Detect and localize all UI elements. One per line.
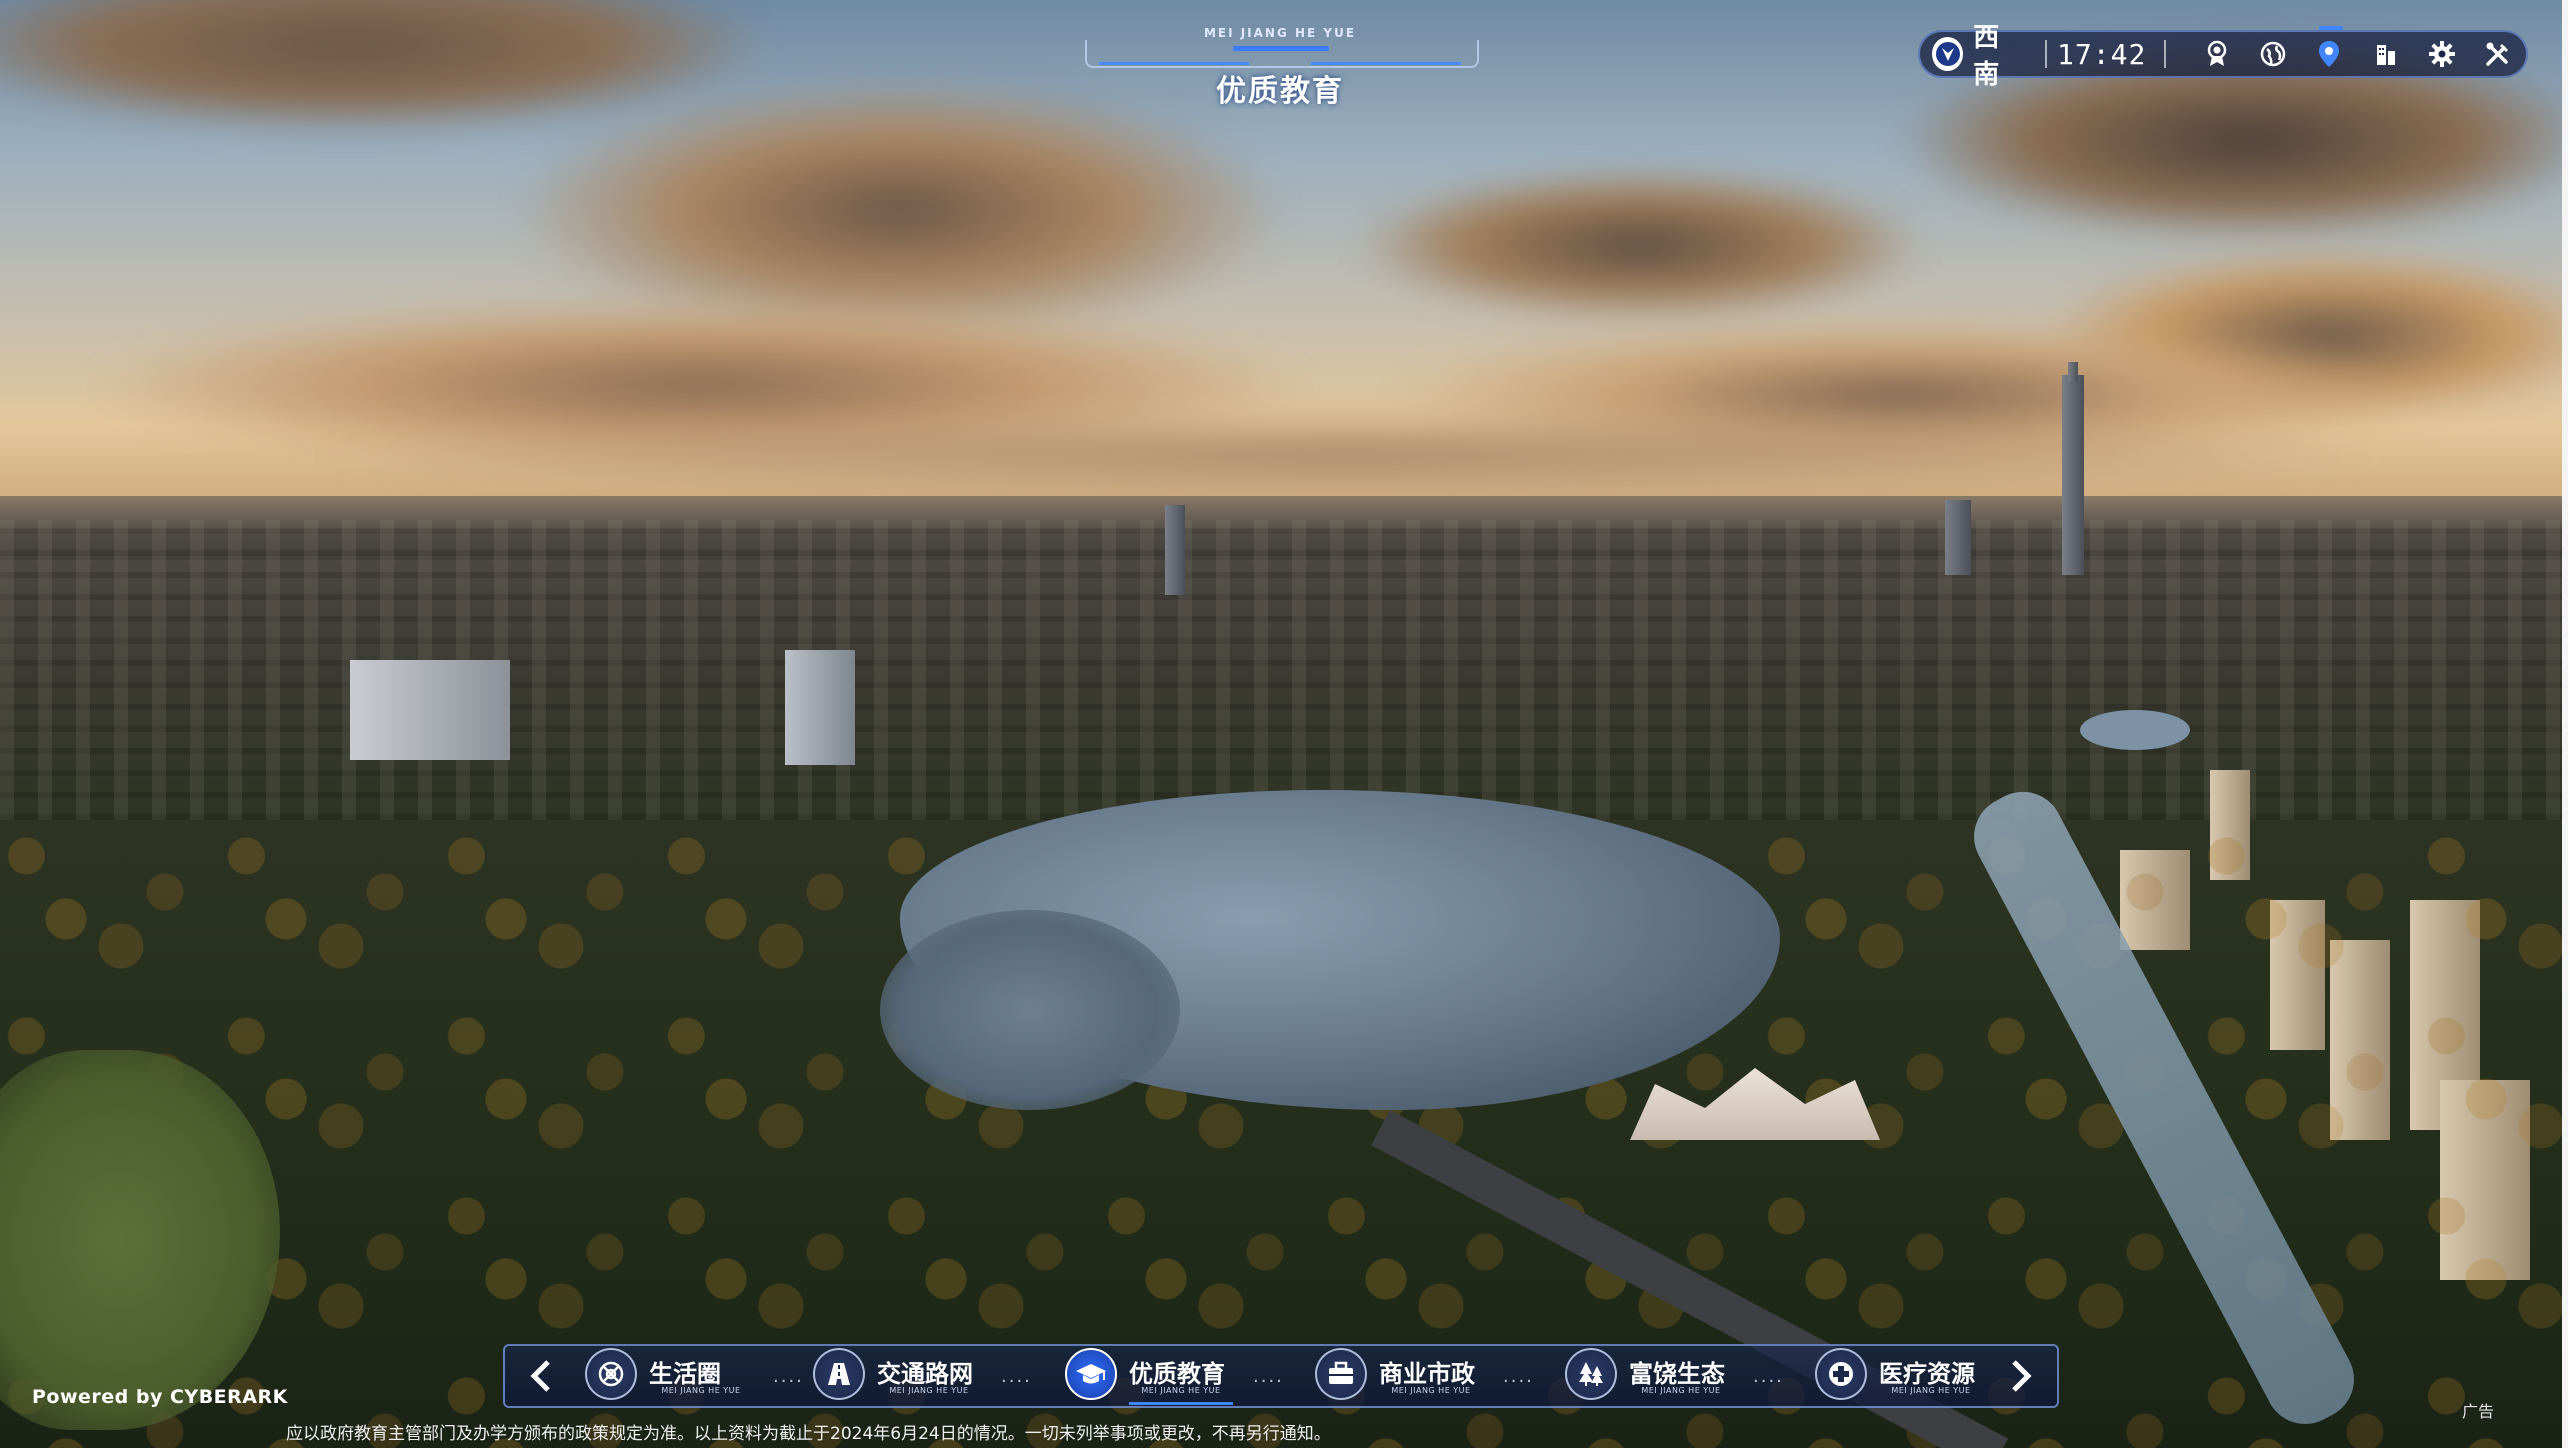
nav-sublabel: MEI JIANG HE YUE	[889, 1386, 969, 1395]
time-display: 17:42	[2057, 37, 2147, 71]
tools-icon[interactable]	[2483, 37, 2514, 71]
nav-label: 富饶生态	[1629, 1360, 1725, 1388]
medal-icon[interactable]	[2201, 37, 2232, 71]
disclaimer-text: 应以政府教育主管部门及办学方颁布的政策规定为准。以上资料为截止于2024年6月2…	[286, 1424, 1331, 1444]
nav-label: 交通路网	[877, 1360, 973, 1388]
cloud	[300, 410, 2400, 500]
road-icon	[813, 1348, 865, 1400]
nav-separator: ....	[1253, 1366, 1284, 1387]
next-arrow-icon[interactable]	[1999, 1354, 2043, 1398]
ad-label: 广告	[2462, 1402, 2495, 1421]
title-deco-line	[1099, 62, 1249, 65]
page-title-block: MEI JIANG HE YUE 优质教育	[1085, 26, 1479, 109]
cloud	[1360, 170, 1920, 320]
nav-sublabel: MEI JIANG HE YUE	[1141, 1386, 1221, 1395]
nav-item-traffic[interactable]: 交通路网 MEI JIANG HE YUE ....	[813, 1346, 1033, 1406]
lifestyle-icon	[585, 1348, 637, 1400]
nav-sublabel: MEI JIANG HE YUE	[1891, 1386, 1971, 1395]
nav-separator: ....	[1753, 1366, 1784, 1387]
nav-label: 商业市政	[1379, 1360, 1475, 1388]
title-deco-line	[1311, 62, 1461, 65]
nav-sublabel: MEI JIANG HE YUE	[661, 1386, 741, 1395]
nav-item-ecology[interactable]: 富饶生态 MEI JIANG HE YUE ....	[1565, 1346, 1785, 1406]
nav-label: 生活圈	[649, 1360, 721, 1388]
lake-inlet	[880, 910, 1180, 1110]
page-title: 优质教育	[1216, 74, 1344, 109]
active-indicator	[1129, 1402, 1233, 1405]
nav-sublabel: MEI JIANG HE YUE	[1391, 1386, 1471, 1395]
medical-cross-icon	[1815, 1348, 1867, 1400]
briefcase-icon	[1315, 1348, 1367, 1400]
nav-sublabel: MEI JIANG HE YUE	[1641, 1386, 1721, 1395]
prev-arrow-icon[interactable]	[519, 1354, 563, 1398]
graduation-cap-icon	[1065, 1348, 1117, 1400]
building	[1945, 500, 1971, 575]
nav-item-commerce[interactable]: 商业市政 MEI JIANG HE YUE ....	[1315, 1346, 1535, 1406]
compass-icon[interactable]	[1932, 37, 1964, 71]
building	[1165, 505, 1185, 595]
globe-icon[interactable]	[2257, 37, 2288, 71]
nav-item-lifestyle[interactable]: 生活圈 MEI JIANG HE YUE ....	[585, 1346, 805, 1406]
nav-label: 医疗资源	[1879, 1360, 1975, 1388]
page-subtitle: MEI JIANG HE YUE	[1203, 26, 1357, 40]
trees-icon	[1565, 1348, 1617, 1400]
pond	[2080, 710, 2190, 750]
nav-separator: ....	[773, 1366, 804, 1387]
gear-icon[interactable]	[2426, 37, 2457, 71]
building-icon[interactable]	[2370, 37, 2401, 71]
skyscraper	[2062, 375, 2084, 575]
nav-label: 优质教育	[1129, 1360, 1225, 1388]
city-aerial-scene[interactable]	[0, 0, 2568, 1448]
nav-separator: ....	[1503, 1366, 1534, 1387]
nav-item-education[interactable]: 优质教育 MEI JIANG HE YUE ....	[1065, 1346, 1285, 1406]
building	[785, 650, 855, 765]
divider	[2164, 40, 2167, 68]
nav-separator: ....	[1001, 1366, 1032, 1387]
skyscraper-spire	[2068, 362, 2078, 382]
direction-label: 西南	[1973, 23, 2000, 90]
title-highlight-bar	[1233, 46, 1329, 51]
location-pin-icon[interactable]	[2314, 26, 2345, 71]
powered-by-label: Powered by CYBERARK	[32, 1386, 288, 1408]
divider	[2045, 40, 2048, 68]
window-edge	[2562, 0, 2568, 1448]
bottom-nav: 生活圈 MEI JIANG HE YUE .... 交通路网 MEI JIANG…	[503, 1344, 2059, 1408]
building	[350, 660, 510, 760]
status-bar: 西南 17:42	[1918, 23, 2528, 90]
